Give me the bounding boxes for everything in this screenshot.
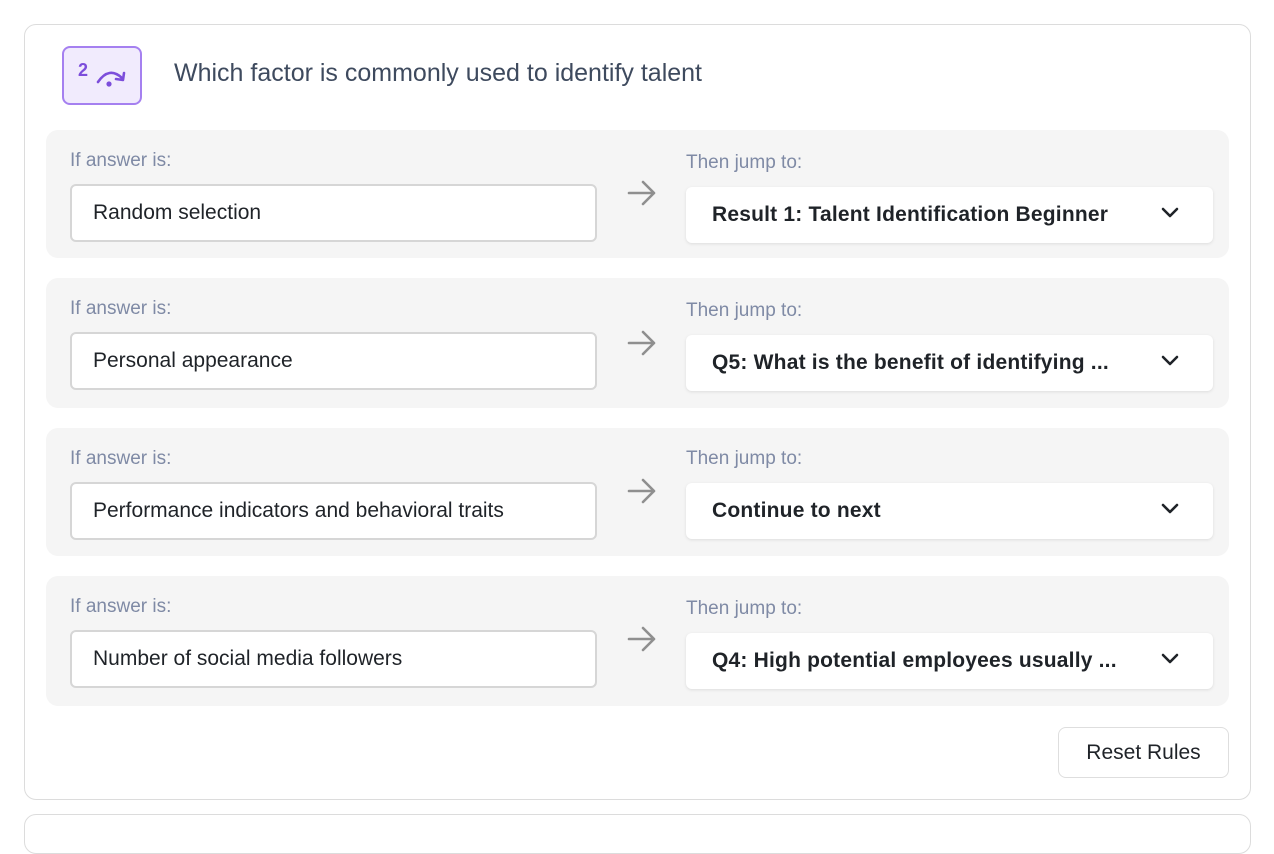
jump-target-value: Result 1: Talent Identification Beginner — [712, 203, 1109, 226]
then-jump-label: Then jump to: — [686, 152, 803, 173]
logic-rule-1: If answer is: Random selection Then jump… — [46, 130, 1229, 258]
then-jump-label: Then jump to: — [686, 598, 803, 619]
jump-target-select[interactable]: Q5: What is the benefit of identifying .… — [686, 335, 1213, 391]
jump-target-select[interactable]: Continue to next — [686, 483, 1213, 539]
next-question-card — [24, 814, 1251, 854]
reset-rules-button[interactable]: Reset Rules — [1058, 727, 1229, 778]
chevron-down-icon — [1161, 502, 1179, 520]
answer-field: Number of social media followers — [70, 630, 597, 688]
jump-target-value: Q4: High potential employees usually ... — [712, 649, 1117, 672]
question-number: 2 — [78, 60, 89, 80]
arrow-right-icon — [626, 476, 658, 511]
then-jump-label: Then jump to: — [686, 300, 803, 321]
chevron-down-icon — [1161, 354, 1179, 372]
jump-target-select[interactable]: Result 1: Talent Identification Beginner — [686, 187, 1213, 243]
chevron-down-icon — [1161, 652, 1179, 670]
question-number-badge: 2 — [62, 46, 142, 105]
if-answer-label: If answer is: — [70, 596, 172, 617]
logic-rule-3: If answer is: Performance indicators and… — [46, 428, 1229, 556]
answer-field: Random selection — [70, 184, 597, 242]
arrow-right-icon — [626, 328, 658, 363]
answer-field: Personal appearance — [70, 332, 597, 390]
then-jump-label: Then jump to: — [686, 448, 803, 469]
question-title: Which factor is commonly used to identif… — [174, 59, 703, 87]
if-answer-label: If answer is: — [70, 150, 172, 171]
jump-target-value: Q5: What is the benefit of identifying .… — [712, 351, 1109, 374]
chevron-down-icon — [1161, 206, 1179, 224]
logic-rule-2: If answer is: Personal appearance Then j… — [46, 278, 1229, 408]
arrow-right-icon — [626, 624, 658, 659]
logic-rule-4: If answer is: Number of social media fol… — [46, 576, 1229, 706]
arrow-right-icon — [626, 178, 658, 213]
jump-target-value: Continue to next — [712, 499, 881, 522]
jump-target-select[interactable]: Q4: High potential employees usually ... — [686, 633, 1213, 689]
if-answer-label: If answer is: — [70, 448, 172, 469]
question-logic-card: 2 Which factor is commonly used to ident… — [24, 24, 1251, 800]
if-answer-label: If answer is: — [70, 298, 172, 319]
answer-field: Performance indicators and behavioral tr… — [70, 482, 597, 540]
skip-jump-icon — [94, 64, 130, 95]
